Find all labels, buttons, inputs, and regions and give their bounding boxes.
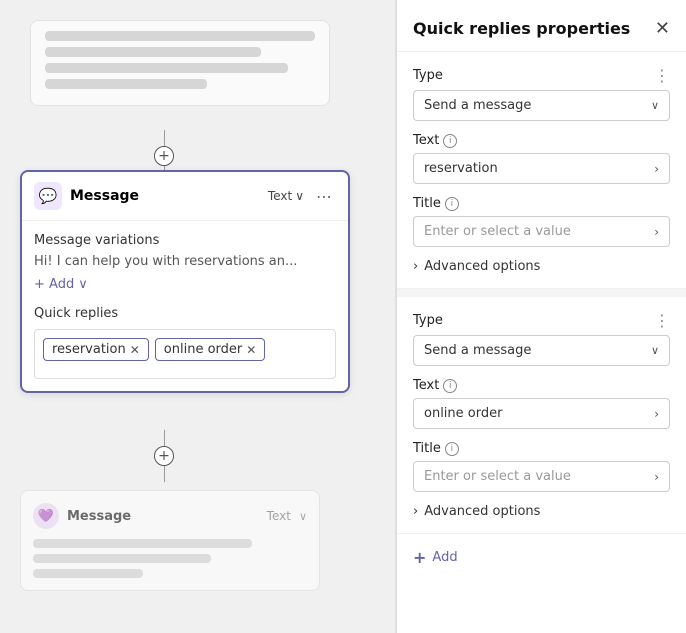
message-node: 💬 Message Text ∨ ⋯ Message variations Hi… bbox=[20, 170, 350, 393]
add-reply-button[interactable]: + Add bbox=[397, 534, 686, 581]
bottom-node-type: Text bbox=[267, 509, 291, 523]
remove-online-order-button[interactable]: ✕ bbox=[246, 344, 256, 356]
text-field-chevron-1: › bbox=[654, 162, 659, 176]
advanced-options-toggle-2[interactable]: › Advanced options bbox=[413, 504, 670, 519]
node-bottom: 💜 Message Text ∨ bbox=[20, 490, 320, 591]
title-info-icon-1: i bbox=[445, 197, 459, 211]
title-field-chevron-1: › bbox=[654, 225, 659, 239]
connector-mid: + bbox=[154, 430, 174, 482]
panel-title: Quick replies properties bbox=[413, 19, 630, 38]
panel-section-1: Type ⋮ Send a message ∨ Text i reservati… bbox=[397, 52, 686, 289]
add-node-button-top[interactable]: + bbox=[154, 146, 174, 166]
variation-text: Hi! I can help you with reservations an.… bbox=[34, 254, 336, 269]
text-value-field-1[interactable]: reservation › bbox=[413, 153, 670, 184]
text-info-icon-1: i bbox=[443, 134, 457, 148]
text-field-group-1: Text i reservation › bbox=[413, 133, 670, 184]
node-body: Message variations Hi! I can help you wi… bbox=[22, 221, 348, 391]
right-panel: Quick replies properties ✕ Type ⋮ Send a… bbox=[396, 0, 686, 633]
type-field-group-1: Type ⋮ Send a message ∨ bbox=[413, 66, 670, 121]
message-node-icon: 💬 bbox=[34, 182, 62, 210]
quick-replies-label: Quick replies bbox=[34, 306, 336, 321]
type-dropdown-1[interactable]: Send a message ∨ bbox=[413, 90, 670, 121]
section-divider bbox=[397, 289, 686, 297]
text-label-1: Text bbox=[413, 133, 439, 148]
type-dropdown-2[interactable]: Send a message ∨ bbox=[413, 335, 670, 366]
title-field-group-1: Title i Enter or select a value › bbox=[413, 196, 670, 247]
bottom-node-title: Message bbox=[67, 509, 131, 524]
title-value-field-2[interactable]: Enter or select a value › bbox=[413, 461, 670, 492]
add-node-button-mid[interactable]: + bbox=[154, 446, 174, 466]
quick-replies-section: Quick replies reservation ✕ online order… bbox=[34, 306, 336, 379]
text-field-group-2: Text i online order › bbox=[413, 378, 670, 429]
add-icon: + bbox=[413, 548, 426, 567]
dropdown-chevron-2: ∨ bbox=[651, 344, 659, 357]
node-menu-button[interactable]: ⋯ bbox=[312, 185, 336, 208]
text-field-chevron-2: › bbox=[654, 407, 659, 421]
panel-section-2: Type ⋮ Send a message ∨ Text i online or… bbox=[397, 297, 686, 534]
remove-reservation-button[interactable]: ✕ bbox=[130, 344, 140, 356]
add-variation-button[interactable]: + Add ∨ bbox=[34, 277, 336, 292]
type-field-group-2: Type ⋮ Send a message ∨ bbox=[413, 311, 670, 366]
type-more-button-1[interactable]: ⋮ bbox=[654, 66, 670, 85]
title-field-chevron-2: › bbox=[654, 470, 659, 484]
node-header: 💬 Message Text ∨ ⋯ bbox=[22, 172, 348, 221]
close-panel-button[interactable]: ✕ bbox=[655, 18, 670, 39]
reply-tag-reservation: reservation ✕ bbox=[43, 338, 149, 361]
title-label-1: Title bbox=[413, 196, 441, 211]
panel-header: Quick replies properties ✕ bbox=[397, 0, 686, 52]
title-info-icon-2: i bbox=[445, 442, 459, 456]
advanced-options-toggle-1[interactable]: › Advanced options bbox=[413, 259, 670, 274]
text-info-icon-2: i bbox=[443, 379, 457, 393]
node-title: Message bbox=[70, 188, 260, 204]
text-value-field-2[interactable]: online order › bbox=[413, 398, 670, 429]
title-label-2: Title bbox=[413, 441, 441, 456]
title-field-group-2: Title i Enter or select a value › bbox=[413, 441, 670, 492]
text-label-2: Text bbox=[413, 378, 439, 393]
type-label-1: Type bbox=[413, 68, 443, 83]
quick-replies-container: reservation ✕ online order ✕ bbox=[34, 329, 336, 379]
title-value-field-1[interactable]: Enter or select a value › bbox=[413, 216, 670, 247]
reply-tag-online-order: online order ✕ bbox=[155, 338, 266, 361]
dropdown-chevron-1: ∨ bbox=[651, 99, 659, 112]
canvas-area: + 💬 Message Text ∨ ⋯ Message variations … bbox=[0, 0, 396, 633]
node-type-badge[interactable]: Text ∨ bbox=[268, 189, 304, 203]
type-label-2: Type bbox=[413, 313, 443, 328]
type-more-button-2[interactable]: ⋮ bbox=[654, 311, 670, 330]
node-top bbox=[30, 20, 330, 106]
variations-label: Message variations bbox=[34, 233, 336, 248]
